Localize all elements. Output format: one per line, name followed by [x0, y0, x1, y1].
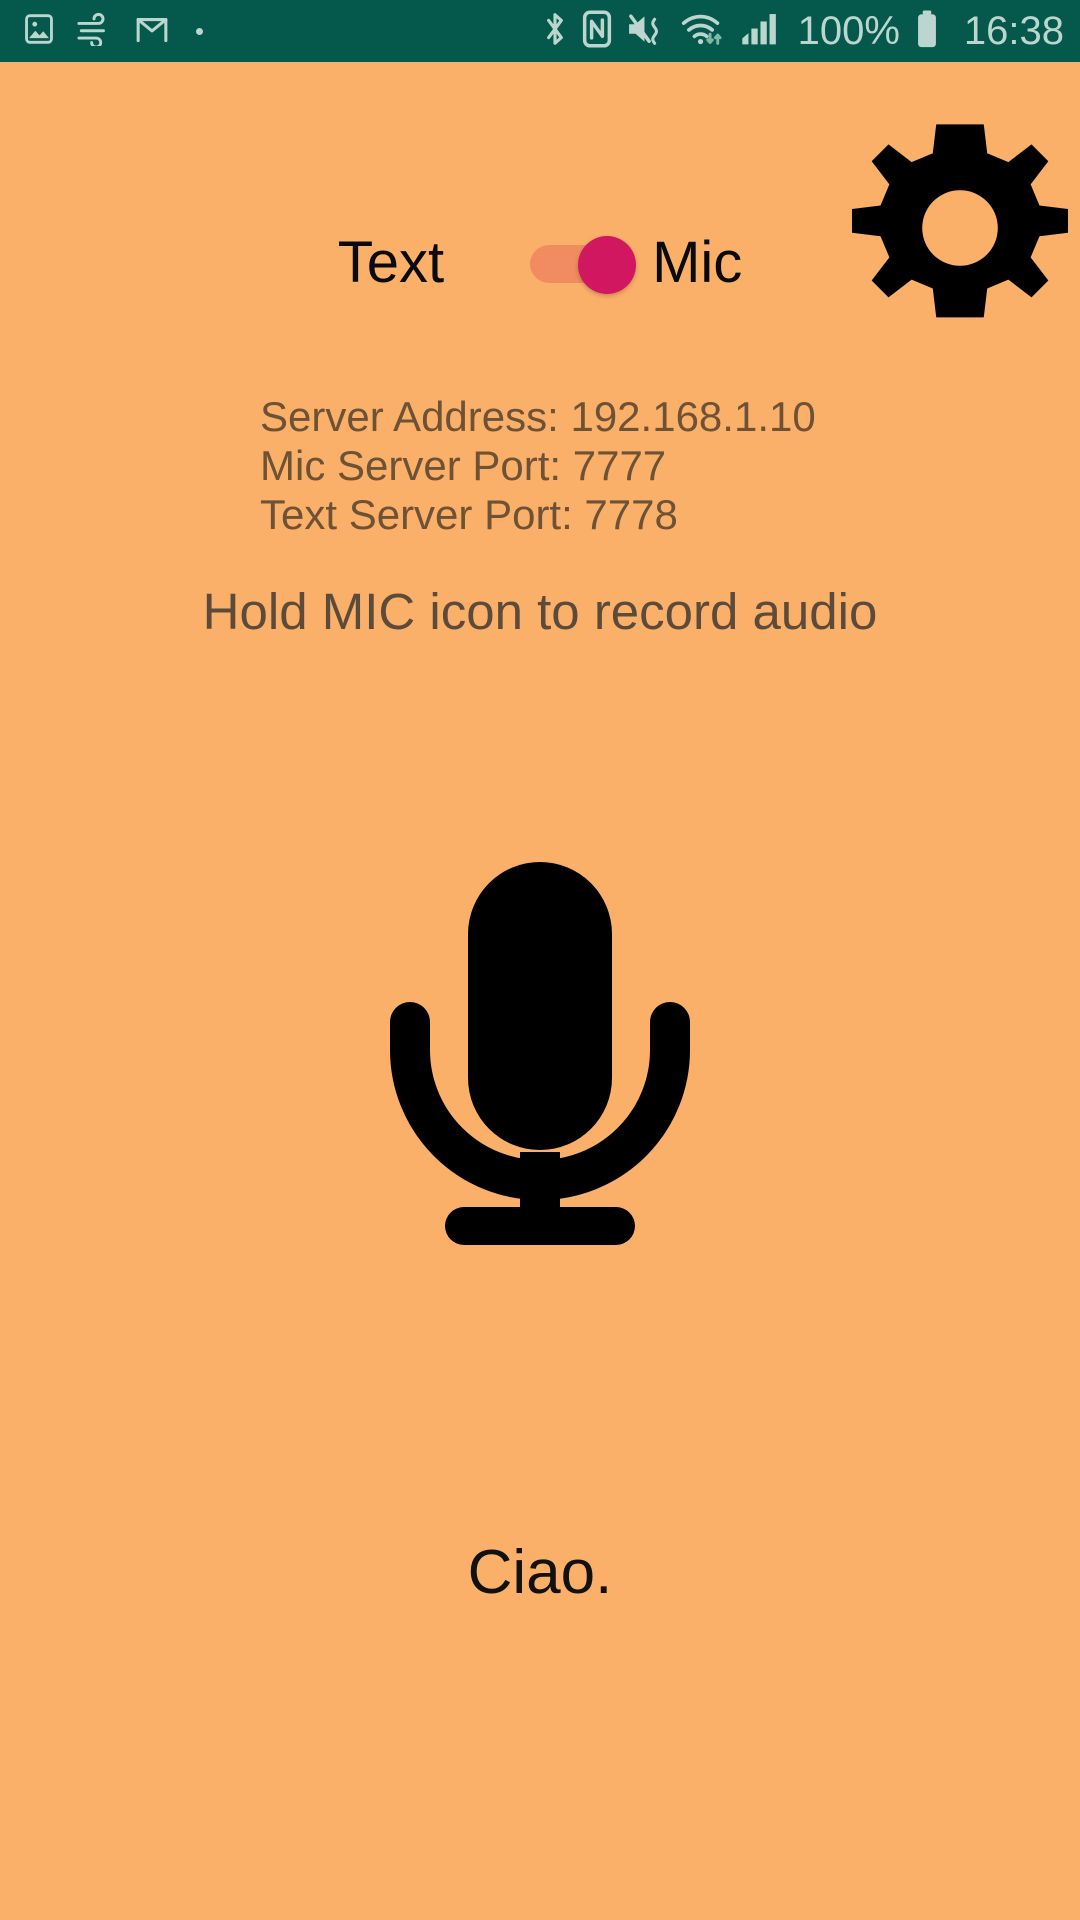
mic-server-port-line: Mic Server Port: 7777	[260, 442, 667, 489]
server-info-block: Server Address: 192.168.1.10 Mic Server …	[0, 392, 1080, 539]
record-mic-button[interactable]	[390, 852, 690, 1247]
text-server-port-line: Text Server Port: 7778	[260, 491, 678, 538]
gear-icon	[851, 124, 1069, 339]
nfc-icon	[582, 9, 612, 53]
toggle-thumb	[578, 236, 637, 294]
status-bar-left-icons	[22, 12, 203, 51]
cellular-signal-icon	[740, 11, 780, 52]
toggle-label-mic: Mic	[652, 230, 743, 295]
mute-vibrate-icon	[626, 11, 666, 52]
status-bar-right-icons: 100% 16:38	[542, 9, 1064, 54]
server-address-line: Server Address: 192.168.1.10	[260, 393, 816, 440]
status-bar: 100% 16:38	[0, 0, 1080, 62]
status-bar-clock: 16:38	[963, 9, 1064, 53]
wifi-icon	[680, 10, 726, 53]
notification-dot-icon	[196, 27, 203, 35]
app-screen: Text Mic Server Address: 192.168.1.10 Mi…	[0, 62, 1080, 1920]
image-gallery-icon	[22, 12, 56, 51]
wind-air-icon	[76, 12, 114, 51]
toggle-label-text: Text	[337, 230, 445, 295]
gmail-icon	[134, 13, 170, 50]
transcript-text: Ciao.	[467, 1538, 613, 1607]
instruction-text: Hold MIC icon to record audio	[202, 583, 878, 640]
mode-toggle-row: Text Mic	[0, 230, 1080, 295]
mode-toggle-switch[interactable]	[530, 236, 637, 294]
battery-full-icon	[914, 9, 940, 54]
bluetooth-icon	[542, 10, 568, 53]
battery-percent-label: 100%	[797, 9, 900, 53]
microphone-icon	[390, 862, 690, 1250]
settings-gear-button[interactable]	[851, 120, 1069, 339]
